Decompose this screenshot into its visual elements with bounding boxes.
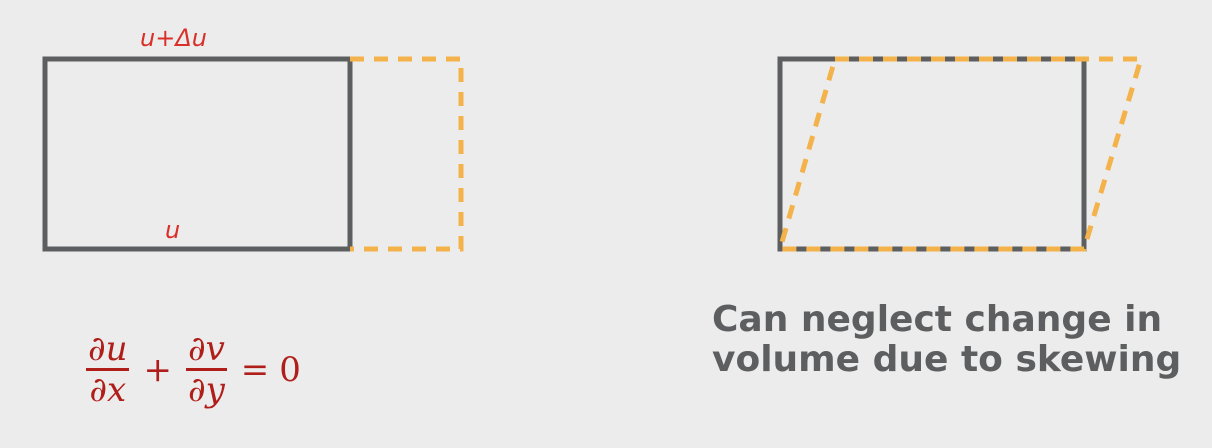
caption-line-1: Can neglect change in bbox=[712, 299, 1163, 340]
caption-line-2: volume due to skewing bbox=[712, 339, 1182, 380]
right-original-box bbox=[777, 56, 1087, 252]
left-stretch-dashed bbox=[350, 56, 464, 252]
skewing-caption: Can neglect change in volume due to skew… bbox=[712, 300, 1202, 380]
left-original-box bbox=[42, 56, 353, 252]
plus-sign: + bbox=[143, 349, 172, 390]
equation-rhs: 0 bbox=[279, 349, 301, 390]
numerator-du: ∂u bbox=[88, 329, 128, 369]
fraction-du-dx: ∂u ∂x bbox=[86, 329, 130, 410]
continuity-equation: ∂u ∂x + ∂v ∂y = 0 bbox=[82, 330, 301, 409]
fraction-dv-dy: ∂v ∂y bbox=[185, 329, 227, 410]
denominator-dx: ∂x bbox=[89, 370, 127, 410]
equals-sign: = bbox=[240, 349, 270, 390]
label-u: u bbox=[165, 216, 180, 244]
denominator-dy: ∂y bbox=[187, 370, 225, 410]
numerator-dv: ∂v bbox=[187, 329, 225, 369]
right-skewed-parallelogram bbox=[776, 56, 1145, 252]
label-u-plus-delta-u: u+Δu bbox=[140, 24, 207, 52]
